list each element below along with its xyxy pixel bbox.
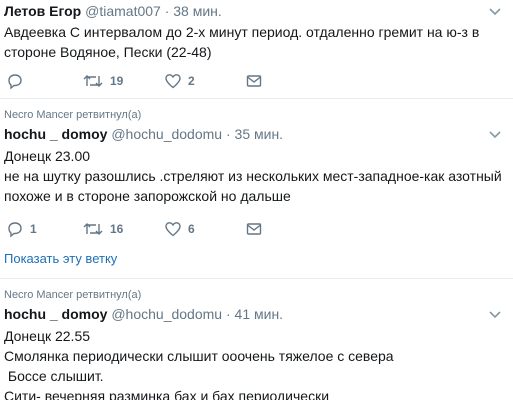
divider: [0, 278, 513, 279]
tweet-header: hochu _ domoy @hochu_dodomu · 35 мин.: [4, 125, 283, 143]
reply-count: 1: [30, 222, 37, 236]
tweet-text-line: Донецк 23.00: [4, 148, 91, 164]
tweet-text-line: Смолянка периодически слышит ооочень тяж…: [4, 348, 394, 364]
reply-icon: [8, 222, 22, 238]
tweet-time[interactable]: · 35 мин.: [226, 126, 283, 142]
retweet-icon: [83, 75, 103, 87]
retweet-count: 16: [110, 222, 124, 236]
chevron-down-icon[interactable]: [487, 126, 503, 142]
like-button[interactable]: 2: [164, 71, 195, 91]
retweet-button[interactable]: 16: [82, 219, 123, 239]
message-button[interactable]: [245, 71, 263, 91]
show-thread-link[interactable]: Показать эту ветку: [4, 251, 117, 267]
retweet-icon: [83, 223, 103, 235]
tweet-text-line: не на шутку разошлись .стреляют из неско…: [4, 168, 502, 184]
author-handle[interactable]: @hochu_dodomu: [111, 126, 222, 142]
like-icon: [165, 74, 181, 89]
tweet-text-line: похоже и в стороне запорожской но дальше: [4, 188, 291, 204]
message-button[interactable]: [245, 219, 263, 239]
tweet-text-line: Донецк 22.55: [4, 328, 91, 344]
author-name[interactable]: hochu _ domoy: [4, 306, 107, 322]
tweet-time[interactable]: · 38 мин.: [165, 3, 222, 19]
author-name[interactable]: hochu _ domoy: [4, 126, 107, 142]
like-icon: [165, 222, 181, 237]
message-icon: [246, 223, 262, 235]
retweeted-by-label[interactable]: Necro Mancer ретвитнул(а): [4, 108, 141, 122]
tweet-text-line: стороне Водяное, Пески (22-48): [4, 44, 212, 60]
reply-button[interactable]: 1: [6, 219, 37, 239]
chevron-down-icon[interactable]: [487, 306, 503, 322]
divider: [0, 98, 513, 99]
tweet-text-line: Сити- вечерняя разминка бах и бах период…: [4, 388, 330, 400]
reply-button[interactable]: [6, 71, 30, 91]
message-icon: [246, 75, 262, 87]
author-handle[interactable]: @tiamat007: [85, 3, 161, 19]
retweeted-by-label[interactable]: Necro Mancer ретвитнул(а): [4, 288, 141, 302]
tweet-header: hochu _ domoy @hochu_dodomu · 41 мин.: [4, 305, 283, 323]
timeline-feed: Летов Егор @tiamat007 · 38 мин. Авдеевка…: [0, 0, 513, 400]
like-button[interactable]: 6: [164, 219, 195, 239]
tweet-text-line: Авдеевка С интервалом до 2-х минут перио…: [4, 24, 480, 40]
retweet-button[interactable]: 19: [82, 71, 123, 91]
reply-icon: [8, 74, 22, 90]
tweet-time[interactable]: · 41 мин.: [226, 306, 283, 322]
tweet-header: Летов Егор @tiamat007 · 38 мин.: [4, 2, 222, 20]
retweet-count: 19: [110, 74, 124, 88]
author-handle[interactable]: @hochu_dodomu: [111, 306, 222, 322]
tweet-text-line: Боссе слышит.: [4, 368, 104, 384]
like-count: 2: [188, 74, 195, 88]
like-count: 6: [188, 222, 195, 236]
author-name[interactable]: Летов Егор: [4, 3, 81, 19]
chevron-down-icon[interactable]: [487, 3, 503, 19]
